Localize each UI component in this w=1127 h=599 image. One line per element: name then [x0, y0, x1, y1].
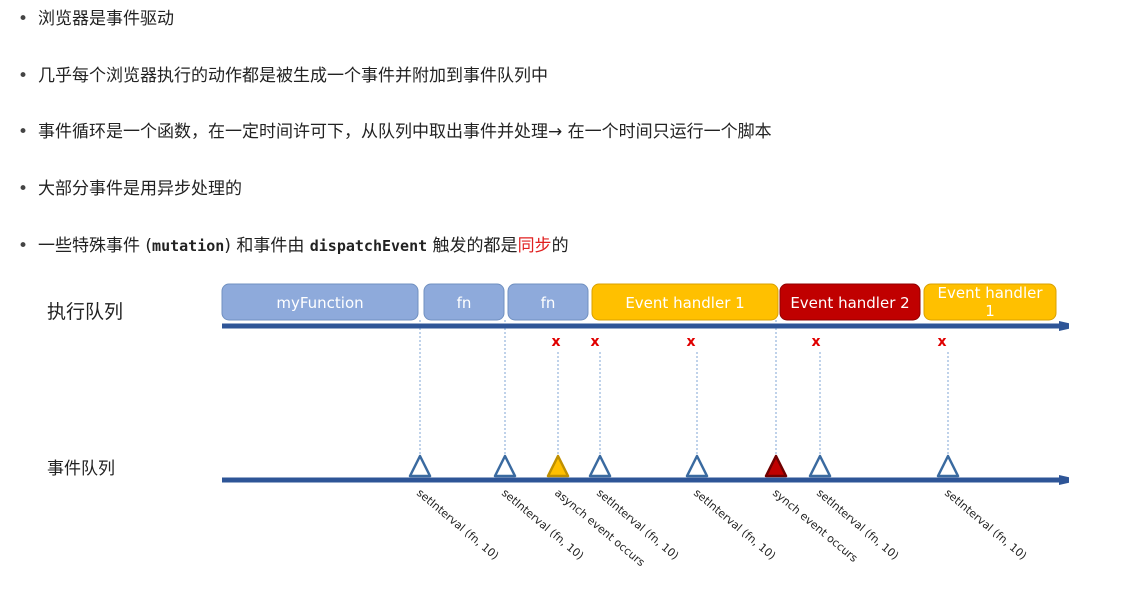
exec-queue-label: 执行队列 — [47, 301, 123, 323]
event-markers: setInterval (fn, 10) setInterval (fn, 10)… — [408, 454, 1029, 569]
block-label-line1: Event handler — [937, 284, 1043, 302]
guide-lines — [419, 320, 949, 456]
block-label: Event handler 1 — [625, 294, 744, 312]
block-label: myFunction — [276, 294, 363, 312]
x-marks: xxxxx — [551, 334, 946, 350]
event-triangle-timer — [408, 454, 432, 478]
block-label: fn — [457, 294, 472, 312]
exec-block-function: fn — [423, 283, 505, 321]
event-label: setInterval (fn, 10) — [414, 486, 501, 562]
event-triangle-timer — [588, 454, 612, 478]
event-label: setInterval (fn, 10) — [942, 486, 1029, 562]
event-loop-diagram: 执行队列 事件队列 myFunction fn fn Event handler 1E… — [47, 283, 1127, 569]
exec-block-async-handler: Event handler 1 — [591, 283, 779, 321]
event-triangle-timer — [808, 454, 832, 478]
exec-blocks: myFunction fn fn Event handler 1 Event handl… — [221, 283, 1057, 321]
x-mark: x — [551, 334, 560, 350]
exec-block-function: fn — [507, 283, 589, 321]
exec-block-async-handler: Event handler1 — [923, 283, 1057, 321]
event-triangle-sync — [764, 454, 788, 478]
event-label: setInterval (fn, 10) — [691, 486, 778, 562]
event-triangle-async — [546, 454, 570, 478]
exec-block-sync-handler: Event handler 2 — [779, 283, 921, 321]
x-mark: x — [686, 334, 695, 350]
block-label: Event handler 2 — [790, 294, 909, 312]
event-label: setInterval (fn, 10) — [814, 486, 901, 562]
event-triangle-timer — [493, 454, 517, 478]
event-triangle-timer — [936, 454, 960, 478]
x-mark: x — [937, 334, 946, 350]
event-queue-label: 事件队列 — [47, 459, 115, 479]
block-label-line2: 1 — [985, 302, 995, 320]
x-mark: x — [590, 334, 599, 350]
event-triangle-timer — [685, 454, 709, 478]
x-mark: x — [811, 334, 820, 350]
exec-block-function: myFunction — [221, 283, 419, 321]
block-label: fn — [541, 294, 556, 312]
event-label: synch event occurs — [770, 486, 860, 565]
